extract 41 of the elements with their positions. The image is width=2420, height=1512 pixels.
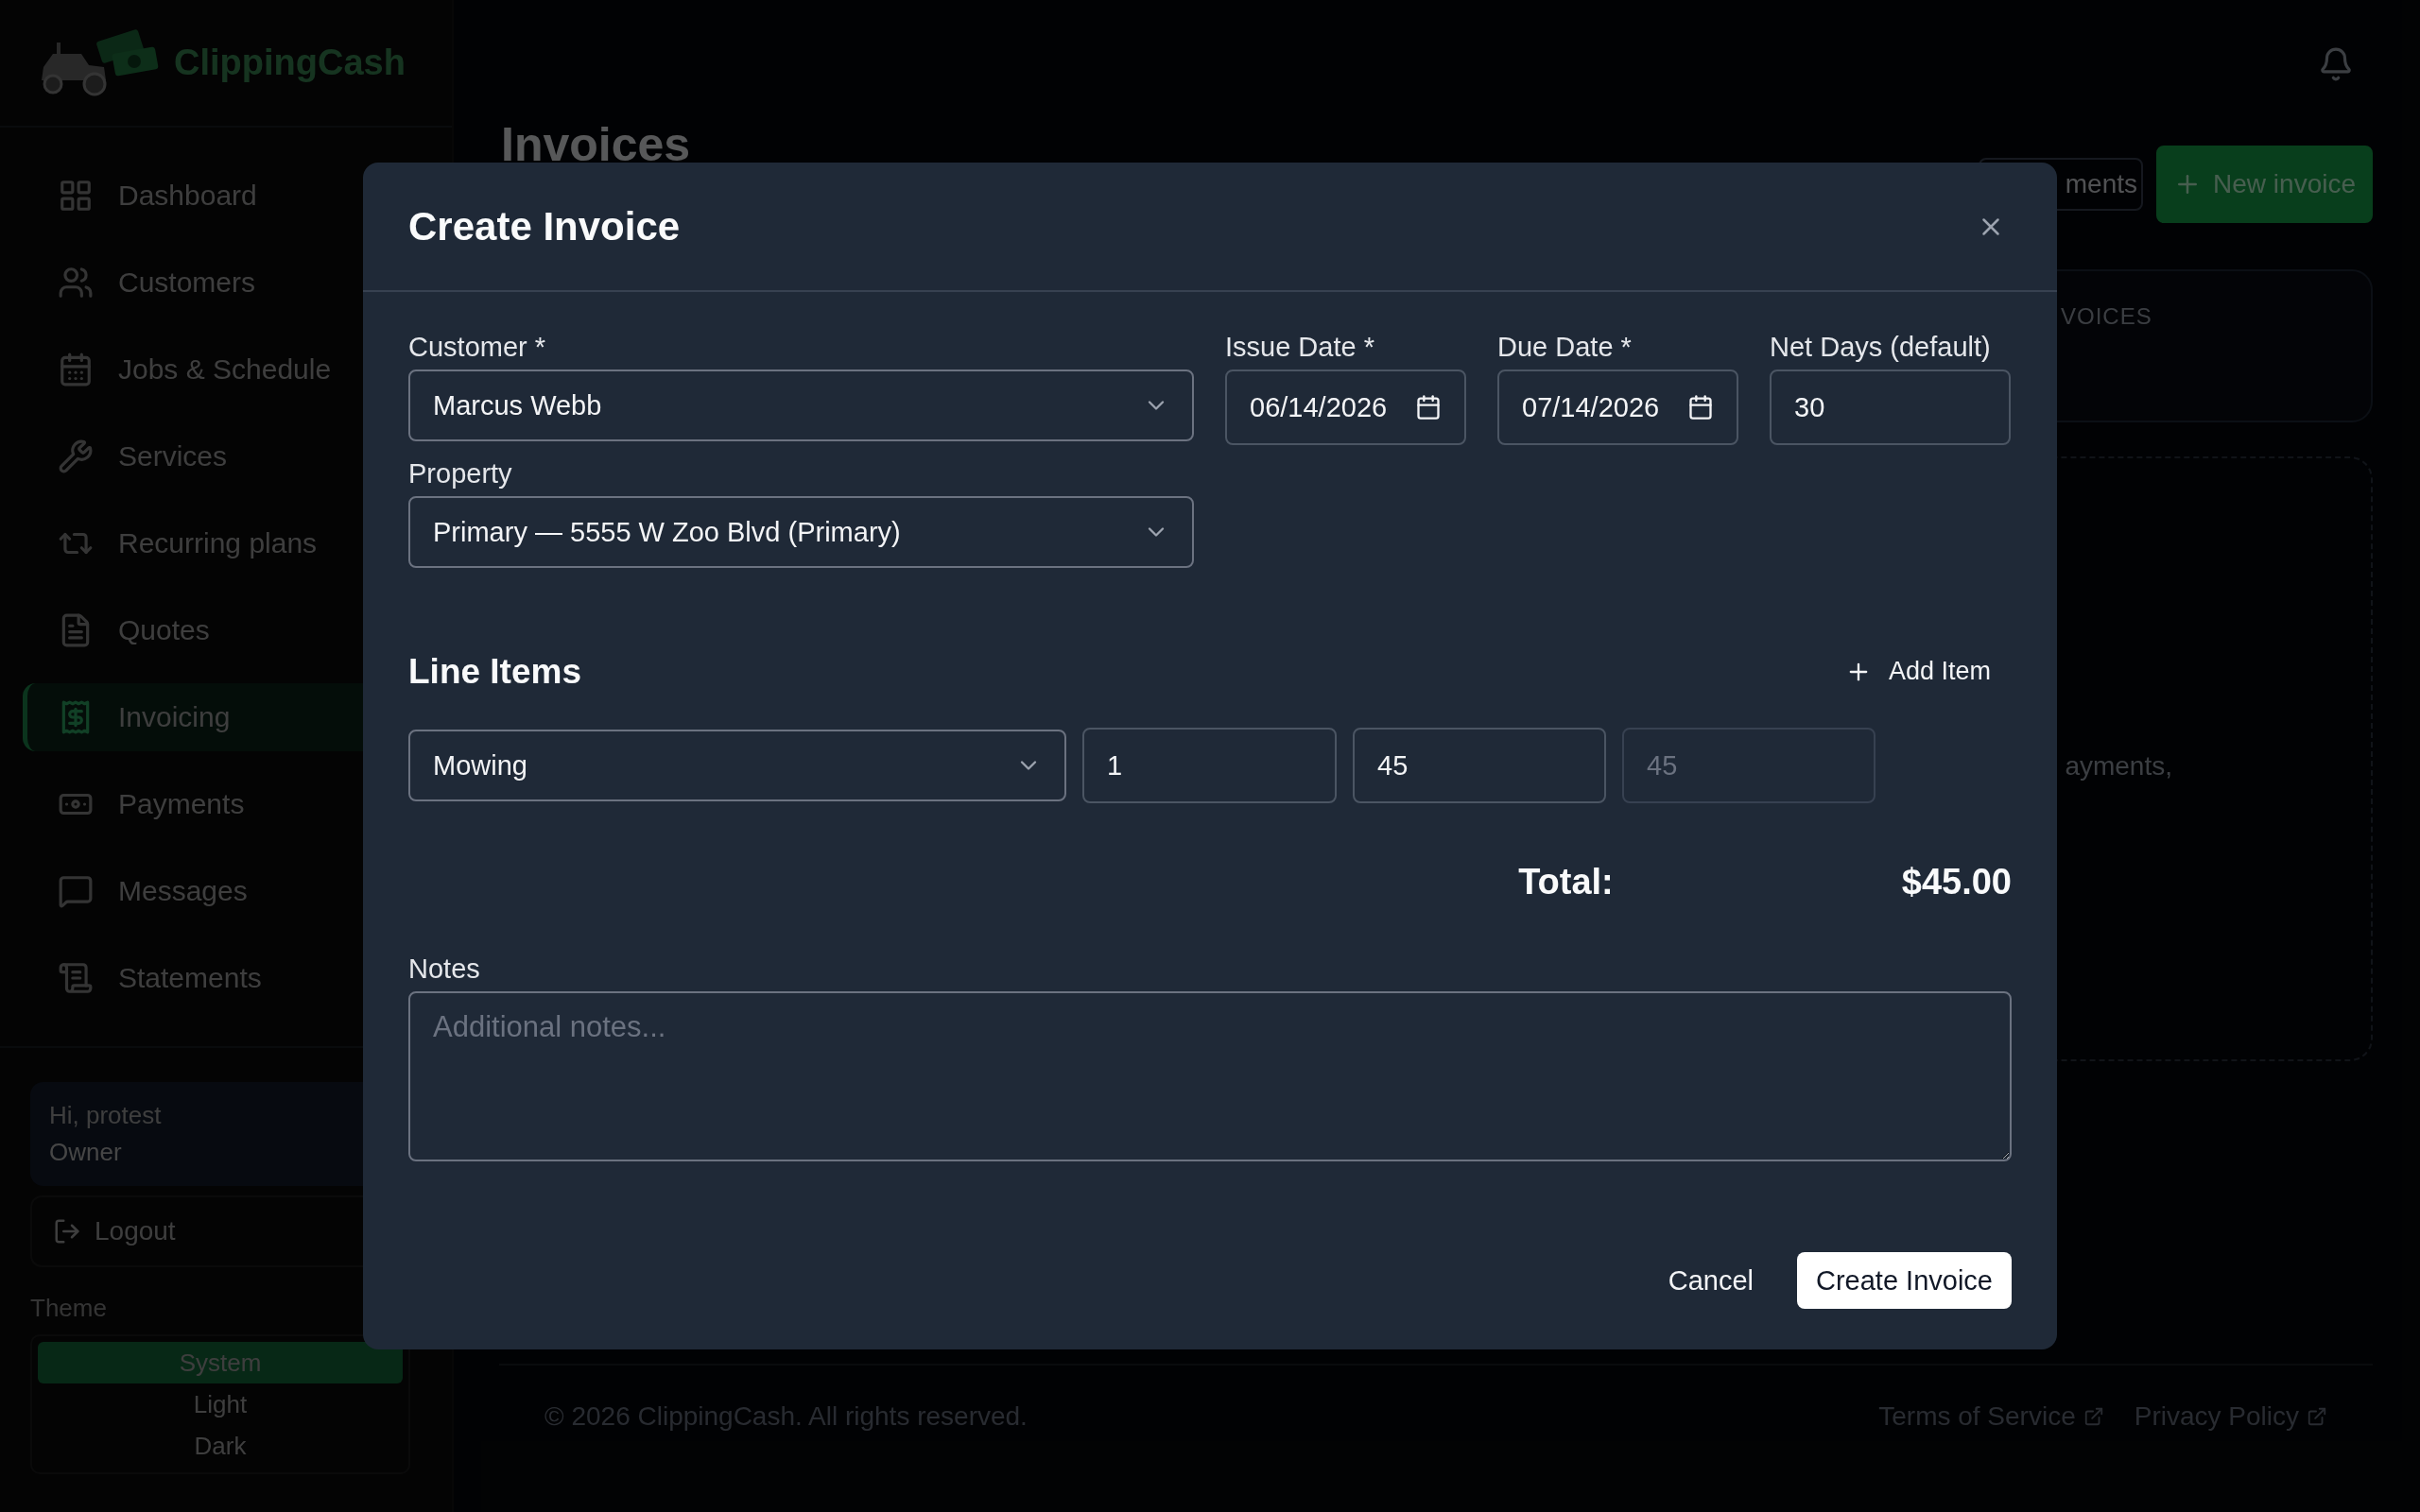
nav-item[interactable]: Messages	[23, 857, 433, 925]
create-invoice-button[interactable]: Create Invoice	[1797, 1252, 2012, 1309]
cancel-button[interactable]: Cancel	[1652, 1255, 1769, 1306]
field-label: Property	[408, 457, 513, 490]
date-field[interactable]: 07/14/2026	[1497, 369, 1738, 445]
add-item-button[interactable]: Add Item	[1824, 647, 2012, 696]
field-label: Net Days (default)	[1770, 331, 1992, 364]
external-link-icon	[2307, 1406, 2327, 1427]
net-days-field[interactable]: 30	[1770, 369, 2011, 445]
field-label: Issue Date *	[1225, 331, 1375, 364]
theme-option[interactable]: Light	[38, 1383, 403, 1425]
field-label: Due Date *	[1497, 331, 1633, 364]
chat-bubble-icon	[58, 873, 94, 909]
theme-option[interactable]: Dark	[38, 1425, 403, 1467]
nav-item[interactable]: Customers	[23, 249, 433, 317]
customer-select[interactable]: Marcus Webb	[408, 369, 1194, 441]
total-amount: $45.00	[1901, 862, 2012, 902]
field-label: Customer *	[408, 331, 547, 364]
grid-icon	[58, 178, 94, 214]
dialog-title: Create Invoice	[408, 203, 681, 249]
total-label: Total:	[1518, 862, 1614, 902]
logout-icon	[53, 1217, 81, 1246]
stat-label: VOICES	[2061, 303, 2152, 329]
property-select[interactable]: Primary — 5555 W Zoo Blvd (Primary)	[408, 496, 1194, 568]
wrench-icon	[58, 438, 94, 474]
people-icon	[58, 265, 94, 301]
empty-state-text: ayments,	[2065, 751, 2172, 782]
calendar-icon	[58, 352, 94, 387]
notes-field[interactable]: Additional notes...	[408, 991, 2012, 1161]
field-label: Notes	[408, 953, 481, 986]
calendar-icon[interactable]	[1687, 394, 1714, 421]
scroll-icon	[58, 960, 94, 996]
date-field[interactable]: 06/14/2026	[1225, 369, 1466, 445]
quantity-field[interactable]: 1	[1082, 728, 1337, 803]
page-title: Invoices	[501, 118, 691, 171]
price-field[interactable]: 45	[1353, 728, 1606, 803]
user-role: Owner	[49, 1138, 123, 1167]
external-link-icon	[2083, 1406, 2104, 1427]
service-select[interactable]: Mowing	[408, 730, 1066, 801]
amount-field: 45	[1622, 728, 1876, 803]
calendar-icon[interactable]	[1415, 394, 1442, 421]
